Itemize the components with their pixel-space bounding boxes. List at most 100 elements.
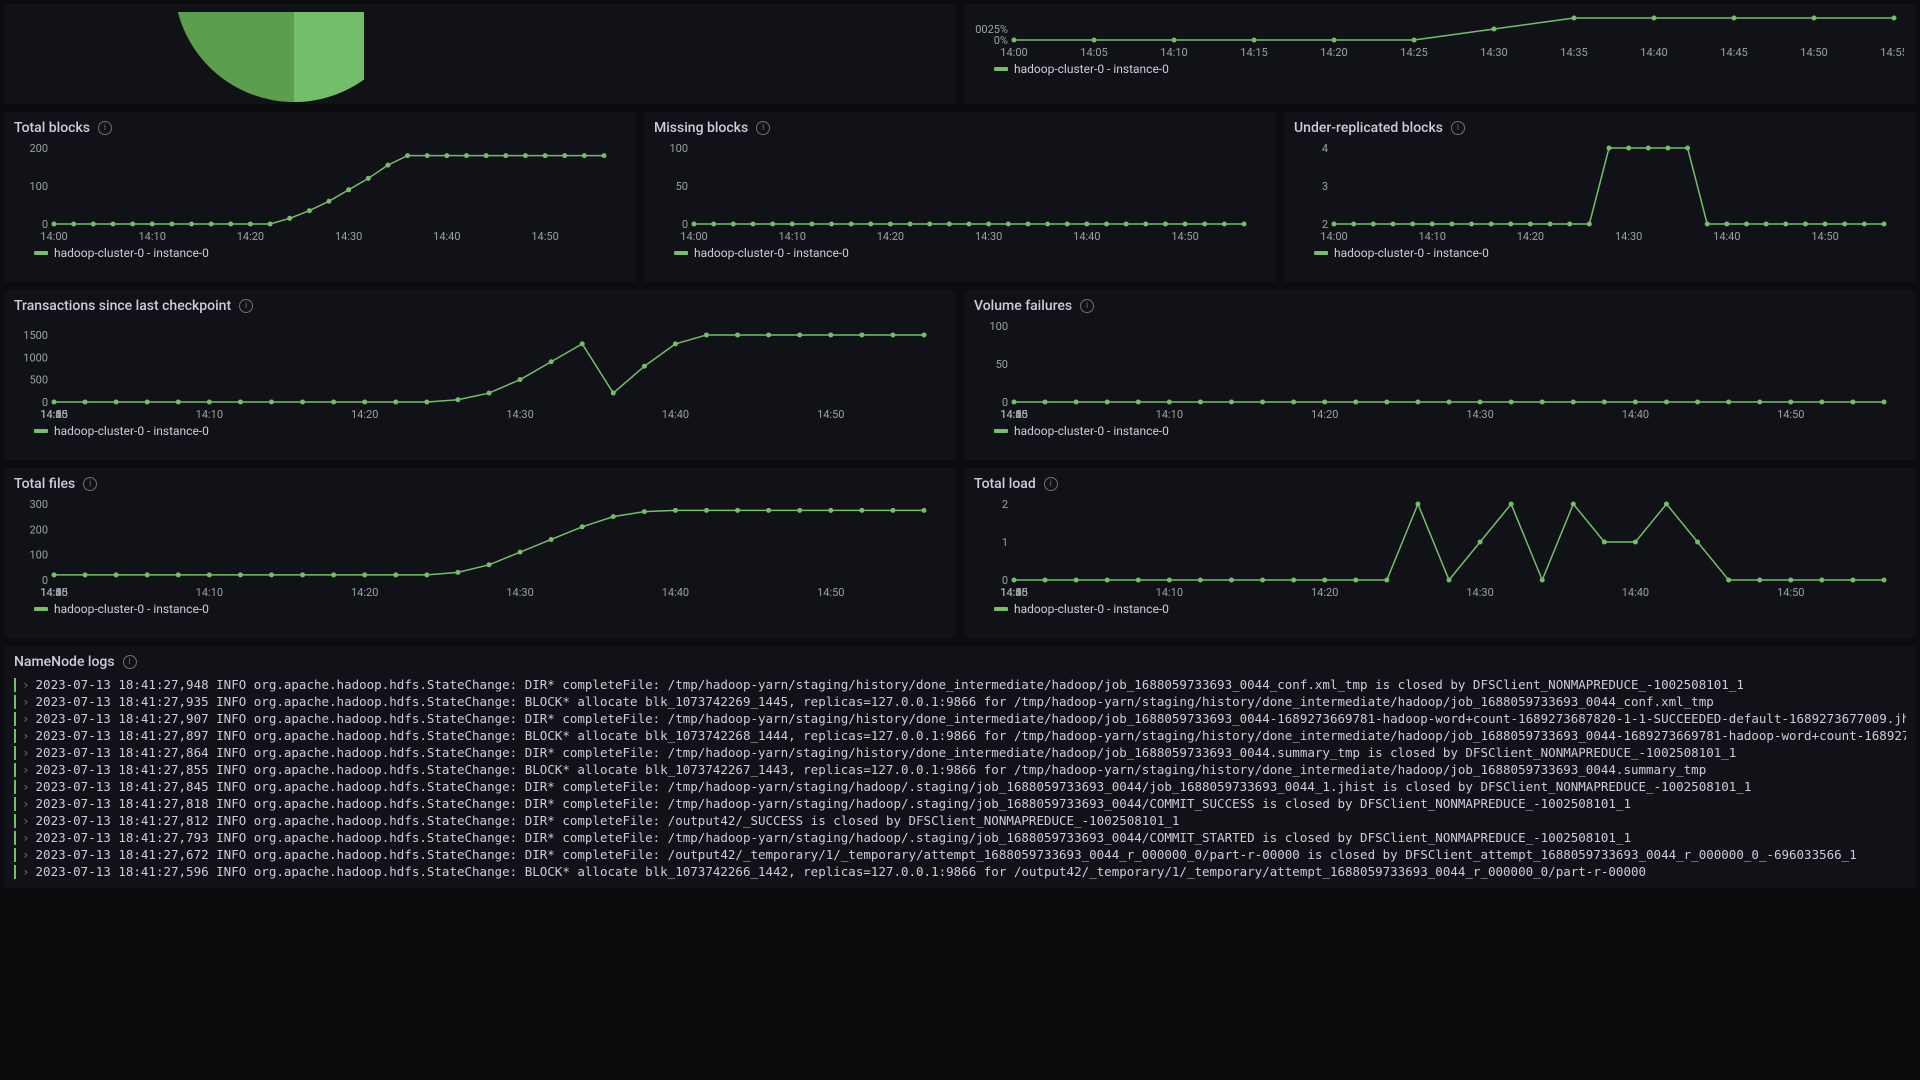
pie-panel — [4, 4, 956, 104]
svg-text:0.0025%: 0.0025% — [974, 23, 1008, 36]
chevron-right-icon: › — [22, 796, 30, 811]
logs-list[interactable]: › 2023-07-13 18:41:27,948 INFO org.apache… — [14, 676, 1906, 880]
chevron-right-icon: › — [22, 677, 30, 692]
svg-text:14:45: 14:45 — [1720, 46, 1747, 58]
panel-title: Total load — [974, 476, 1036, 492]
under-replicated-panel: Under-replicated blocks i 23414:0014:101… — [1284, 112, 1916, 282]
svg-text:50: 50 — [996, 358, 1008, 371]
svg-text:14:10: 14:10 — [1160, 46, 1187, 58]
info-icon[interactable]: i — [239, 299, 253, 313]
log-marker — [14, 797, 16, 811]
log-line[interactable]: ›2023-07-13 18:41:27,793 INFO org.apache… — [14, 829, 1906, 846]
svg-text:14:00: 14:00 — [40, 230, 67, 242]
svg-text:14:30: 14:30 — [1466, 586, 1493, 598]
svg-text:14:15: 14:15 — [1240, 46, 1267, 58]
info-icon[interactable]: i — [756, 121, 770, 135]
svg-text:14:30: 14:30 — [1466, 408, 1493, 420]
info-icon[interactable]: i — [98, 121, 112, 135]
svg-text:14:10: 14:10 — [196, 408, 223, 420]
svg-text:14:30: 14:30 — [1480, 46, 1507, 58]
svg-text:14:00: 14:00 — [1000, 46, 1027, 58]
svg-text:14:50: 14:50 — [1171, 230, 1198, 242]
missing-blocks-panel: Missing blocks i 05010014:0014:1014:2014… — [644, 112, 1276, 282]
log-marker — [14, 780, 16, 794]
total-blocks-panel: Total blocks i 010020014:0014:1014:2014:… — [4, 112, 636, 282]
log-marker — [14, 695, 16, 709]
log-text: 2023-07-13 18:41:27,818 INFO org.apache.… — [36, 796, 1631, 811]
svg-text:300: 300 — [29, 498, 48, 511]
svg-text:14:20: 14:20 — [351, 586, 378, 598]
log-text: 2023-07-13 18:41:27,864 INFO org.apache.… — [36, 745, 1737, 760]
svg-text:2: 2 — [1002, 498, 1008, 511]
log-marker — [14, 712, 16, 726]
log-line[interactable]: › 2023-07-13 18:41:27,596 INFO org.apache… — [14, 863, 1906, 880]
log-text: 2023-07-13 18:41:27,907 INFO org.apache.… — [36, 711, 1906, 726]
info-icon[interactable]: i — [1044, 477, 1058, 491]
log-line[interactable]: ›2023-07-13 18:41:27,845 INFO org.apache… — [14, 778, 1906, 795]
legend-label: hadoop-cluster-0 - instance-0 — [1014, 62, 1169, 76]
info-icon[interactable]: i — [1451, 121, 1465, 135]
chevron-right-icon: › — [22, 762, 30, 777]
svg-text:14:55: 14:55 — [1880, 46, 1904, 58]
log-line[interactable]: › 2023-07-13 18:41:27,812 INFO org.apache… — [14, 812, 1906, 829]
log-line[interactable]: › 2023-07-13 18:41:27,855 INFO org.apache… — [14, 761, 1906, 778]
log-text: 2023-07-13 18:41:27,948 INFO org.apache.… — [36, 677, 1744, 692]
log-line[interactable]: › 2023-07-13 18:41:27,948 INFO org.apache… — [14, 676, 1906, 693]
svg-text:1: 1 — [1002, 536, 1008, 549]
chevron-right-icon: › — [22, 745, 30, 760]
log-line[interactable]: ›2023-07-13 18:41:27,897 INFO org.apache… — [14, 727, 1906, 744]
svg-text:14:30: 14:30 — [335, 230, 362, 242]
panel-title: Volume failures — [974, 298, 1072, 314]
log-marker — [14, 678, 16, 692]
log-text: 2023-07-13 18:41:27,672 INFO org.apache.… — [36, 847, 1857, 862]
svg-text:14:55: 14:55 — [1000, 408, 1027, 420]
pie-chart — [124, 12, 364, 102]
panel-title: Under-replicated blocks — [1294, 120, 1443, 136]
info-icon[interactable]: i — [1080, 299, 1094, 313]
chevron-right-icon: › — [22, 864, 30, 879]
log-marker — [14, 848, 16, 862]
svg-text:14:40: 14:40 — [662, 408, 689, 420]
svg-text:500: 500 — [29, 374, 48, 387]
svg-text:14:55: 14:55 — [40, 408, 67, 420]
svg-text:14:20: 14:20 — [351, 408, 378, 420]
log-line[interactable]: › 2023-07-13 18:41:27,864 INFO org.apache… — [14, 744, 1906, 761]
log-marker — [14, 746, 16, 760]
svg-text:100: 100 — [989, 320, 1008, 333]
panel-title: Transactions since last checkpoint — [14, 298, 231, 314]
log-text: 2023-07-13 18:41:27,855 INFO org.apache.… — [36, 762, 1707, 777]
svg-text:14:10: 14:10 — [1419, 230, 1446, 242]
log-line[interactable]: ›2023-07-13 18:41:27,672 INFO org.apache… — [14, 846, 1906, 863]
log-text: 2023-07-13 18:41:27,935 INFO org.apache.… — [36, 694, 1714, 709]
log-text: 2023-07-13 18:41:27,596 INFO org.apache.… — [36, 864, 1647, 879]
svg-text:50: 50 — [676, 180, 688, 193]
svg-text:4: 4 — [1322, 142, 1328, 155]
svg-text:14:55: 14:55 — [1000, 586, 1027, 598]
log-text: 2023-07-13 18:41:27,812 INFO org.apache.… — [36, 813, 1180, 828]
svg-text:14:30: 14:30 — [506, 408, 533, 420]
svg-text:14:35: 14:35 — [1560, 46, 1587, 58]
log-line[interactable]: › 2023-07-13 18:41:27,818 INFO org.apache… — [14, 795, 1906, 812]
svg-text:14:00: 14:00 — [680, 230, 707, 242]
top-pct-panel: 0%0.0025%14:0014:0514:1014:1514:2014:251… — [964, 4, 1916, 104]
log-marker — [14, 729, 16, 743]
svg-text:14:50: 14:50 — [817, 586, 844, 598]
transactions-panel: Transactions since last checkpoint i 050… — [4, 290, 956, 460]
info-icon[interactable]: i — [123, 655, 137, 669]
log-line[interactable]: ›2023-07-13 18:41:27,935 INFO org.apache… — [14, 693, 1906, 710]
svg-text:14:10: 14:10 — [139, 230, 166, 242]
svg-text:14:20: 14:20 — [1517, 230, 1544, 242]
svg-text:1500: 1500 — [23, 329, 48, 342]
chevron-right-icon: › — [22, 728, 30, 743]
svg-text:200: 200 — [29, 142, 48, 155]
svg-text:14:10: 14:10 — [1156, 408, 1183, 420]
svg-text:14:20: 14:20 — [237, 230, 264, 242]
log-marker — [14, 763, 16, 777]
log-text: 2023-07-13 18:41:27,845 INFO org.apache.… — [36, 779, 1752, 794]
info-icon[interactable]: i — [83, 477, 97, 491]
log-line[interactable]: ›2023-07-13 18:41:27,907 INFO org.apache… — [14, 710, 1906, 727]
legend-swatch — [994, 67, 1008, 71]
chevron-right-icon: › — [22, 813, 30, 828]
volume-failures-panel: Volume failures i 05010014:0014:0514:101… — [964, 290, 1916, 460]
panel-title: Total blocks — [14, 120, 90, 136]
